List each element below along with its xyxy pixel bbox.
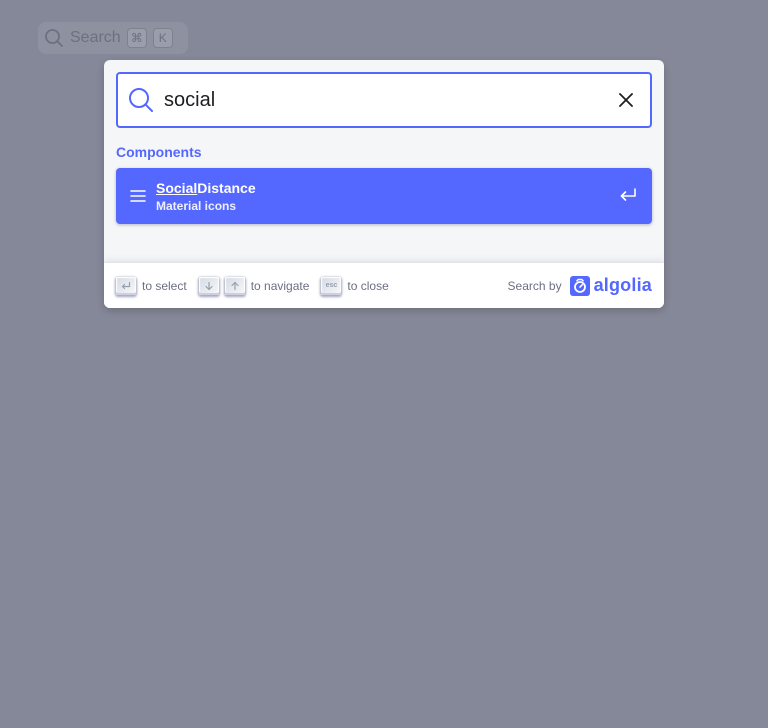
navigate-label: to navigate xyxy=(250,278,310,293)
select-legend: to select xyxy=(116,276,187,295)
arrow-down-icon xyxy=(205,281,213,290)
clear-button[interactable] xyxy=(614,88,638,112)
search-input[interactable]: social xyxy=(164,89,614,112)
enter-icon xyxy=(121,281,131,289)
hit-title: SocialDistance xyxy=(156,180,256,196)
algolia-logo: algolia xyxy=(569,275,652,296)
background-search-label: Search xyxy=(70,29,121,46)
enter-key xyxy=(116,276,136,295)
close-icon xyxy=(619,93,633,107)
command-key: ⌘ xyxy=(126,28,147,48)
search-hit[interactable]: SocialDistance Material icons xyxy=(116,168,652,224)
results-section-title: Components xyxy=(116,144,202,160)
search-icon xyxy=(45,29,63,47)
navigate-legend: to navigate xyxy=(198,276,310,295)
arrow-up-key xyxy=(224,276,245,295)
algolia-logo-icon xyxy=(569,275,590,296)
close-legend: esc to close xyxy=(321,276,389,295)
menu-lines-icon xyxy=(130,190,146,202)
hit-title-rest: Distance xyxy=(197,180,256,196)
enter-icon xyxy=(620,188,636,201)
escape-key: esc xyxy=(321,276,342,295)
search-by-label: Search by xyxy=(507,278,562,293)
select-label: to select xyxy=(142,278,187,293)
hit-title-highlight: Social xyxy=(156,180,198,196)
modal-footer: to select to navigate esc to close Searc… xyxy=(104,263,664,308)
arrow-up-icon xyxy=(231,281,239,290)
search-modal: social Components SocialDistance Materia… xyxy=(104,60,664,308)
search-icon xyxy=(129,88,153,112)
close-label: to close xyxy=(347,278,389,293)
k-key: K xyxy=(152,28,173,48)
algolia-wordmark: algolia xyxy=(593,275,652,295)
hit-path: Material icons xyxy=(156,199,237,213)
search-form[interactable]: social xyxy=(116,72,652,128)
algolia-attribution[interactable]: Search by algolia xyxy=(508,275,652,296)
background-search-button[interactable]: Search ⌘ K xyxy=(38,22,188,54)
arrow-down-key xyxy=(198,276,219,295)
